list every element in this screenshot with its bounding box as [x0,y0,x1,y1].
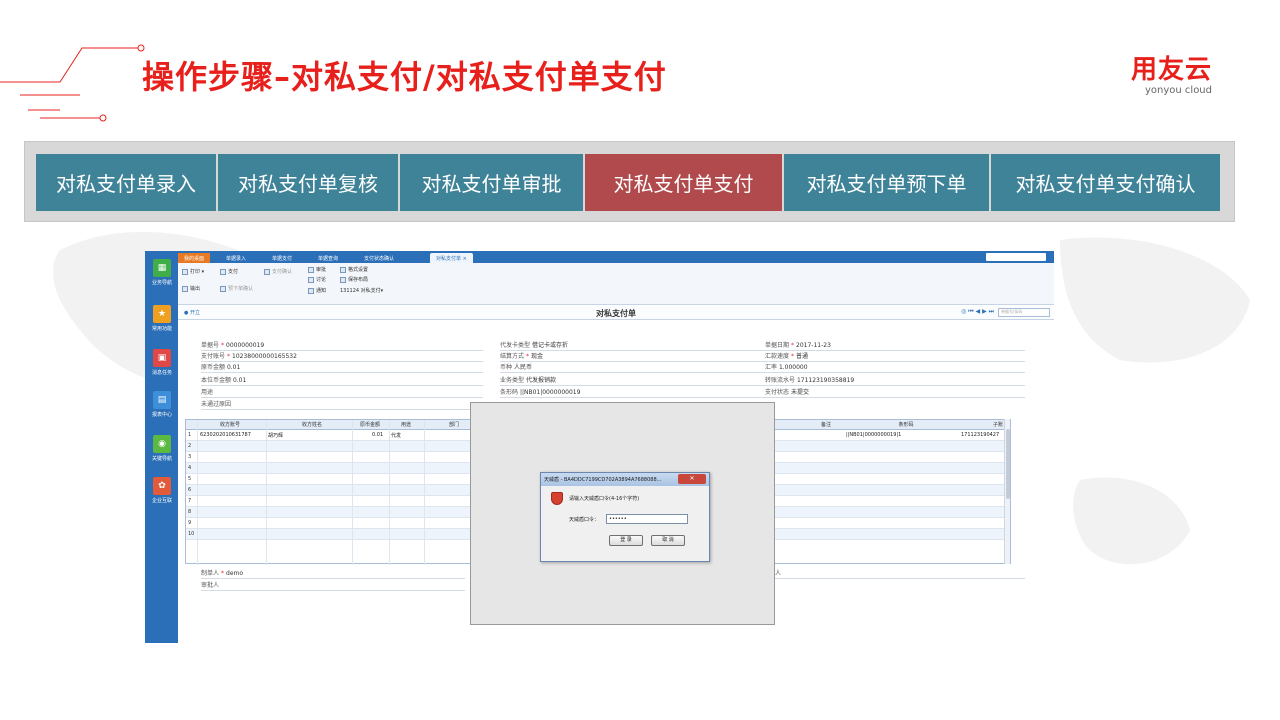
nc-app-screenshot: ▦ 业务导航 ★ 常用功能 ▣ 消息任务 ▤ 报表中心 ◉ 关键导航 ✿ 企业互… [145,251,1054,643]
field-biz-type[interactable]: 业务类型 代发报销款 [500,376,765,386]
circle-icon: ◉ [153,435,171,453]
save-icon [340,276,346,283]
template-select[interactable]: 131124 对私支付▾ [340,287,383,294]
tab-pay[interactable]: 单据支付 [266,253,298,263]
process-steps-bar: 对私支付单录入 对私支付单复核 对私支付单审批 对私支付单支付 对私支付单预下单… [24,141,1235,222]
global-search-input[interactable] [986,253,1046,261]
notify-icon [308,287,314,294]
field-currency[interactable]: 币种 人民币 [500,363,765,373]
field-maker[interactable]: 制单人 * demo [201,569,465,579]
field-serial-no[interactable]: 转账流水号 171123190358819 [765,376,1025,386]
nc-toolbar: 打印 ▾ 输出 支付 预下单确认 支付确认 审批 讨论 通知 格式设置 保存布局… [178,263,1054,305]
step-approve[interactable]: 对私支付单审批 [400,154,583,211]
shield-icon [551,492,563,505]
format-settings-button[interactable]: 格式设置 [340,266,368,273]
sidebar-item-enterprise[interactable]: ✿ 企业互联 [147,477,177,504]
format-icon [340,266,346,273]
slide-title: 操作步骤–对私支付/对私支付单支付 [142,58,667,96]
sidebar-item-biz-nav[interactable]: ▦ 业务导航 [147,259,177,286]
confirm-icon [264,268,270,275]
notify-button[interactable]: 通知 [308,287,326,294]
save-layout-button[interactable]: 保存布局 [340,276,368,283]
sidebar-item-common[interactable]: ★ 常用功能 [147,305,177,332]
pay-button[interactable]: 支付 [220,268,238,275]
grid-vertical-scrollbar[interactable] [1004,419,1010,564]
field-pay-status[interactable]: 支付状态 未提交 [765,388,1025,398]
presign-confirm-button[interactable]: 预下单确认 [220,285,253,292]
grid-icon: ▦ [153,259,171,277]
dialog-close-button[interactable]: ✕ [678,474,706,484]
field-local-amount[interactable]: 本位币金额 0.01 [201,376,483,386]
export-icon [182,285,188,292]
pin-label: 天威盾口令： [569,517,600,523]
field-exchange-rate[interactable]: 汇率 1.000000 [765,363,1025,373]
pin-input[interactable]: •••••• [606,514,688,524]
print-icon [182,268,188,275]
nc-sidebar: ▦ 业务导航 ★ 常用功能 ▣ 消息任务 ▤ 报表中心 ◉ 关键导航 ✿ 企业互… [145,251,178,643]
step-entry[interactable]: 对私支付单录入 [36,154,216,211]
logo-text: 用友云 [1130,55,1212,85]
calendar-icon: ▣ [153,349,171,367]
yonyou-cloud-logo: 用友云 yonyou cloud [1131,56,1212,97]
tab-query[interactable]: 单据查询 [312,253,344,263]
tab-entry[interactable]: 单据录入 [220,253,252,263]
report-icon: ▤ [153,391,171,409]
cancel-button[interactable]: 取 消 [651,535,685,546]
discuss-icon [308,276,314,283]
field-bill-date[interactable]: 单据日期 * 2017-11-23 [765,341,1025,351]
decorative-lines [0,44,145,122]
sidebar-item-reports[interactable]: ▤ 报表中心 [147,391,177,418]
tab-private-payment[interactable]: 对私支付单 × [430,253,473,263]
nc-tabbar: 我的桌面 单据录入 单据支付 单据查询 支付状态确认 对私支付单 × [178,251,1054,263]
field-rate-speed[interactable]: 汇款速度 * 普通 [765,352,1025,362]
scrollbar-thumb[interactable] [1006,429,1010,499]
step-pay-confirm[interactable]: 对私支付单支付确认 [991,154,1220,211]
dialog-prompt: 请输入天威盾口令(4-16个字符) [569,496,640,502]
field-pay-account[interactable]: 支付账号 * 10238000000165532 [201,352,483,362]
approve-button[interactable]: 审批 [308,266,326,273]
doc-search-input[interactable]: 单据号/条码 [998,308,1050,317]
usb-key-login-dialog: 天威盾 - BA4DDC7199CD702A3894A7688088... ✕ … [540,472,710,562]
step-preorder[interactable]: 对私支付单预下单 [784,154,989,211]
sidebar-item-key-nav[interactable]: ◉ 关键导航 [147,435,177,462]
star-icon: ★ [153,305,171,323]
step-pay-active[interactable]: 对私支付单支付 [585,154,782,211]
record-navigation[interactable]: ◎ ⏮ ◀ ▶ ⏭ [961,308,994,316]
doc-header-bar: ● 开立 对私支付单 ◎ ⏮ ◀ ▶ ⏭ 单据号/条码 [178,306,1054,320]
step-review[interactable]: 对私支付单复核 [218,154,398,211]
login-button[interactable]: 登 录 [609,535,643,546]
field-bill-no[interactable]: 单据号 * 0000000019 [201,341,483,351]
field-card-type[interactable]: 代发卡类型 借记卡或存折 [500,341,765,351]
sidebar-item-messages[interactable]: ▣ 消息任务 [147,349,177,376]
print-button[interactable]: 打印 ▾ [182,268,204,275]
field-usage[interactable]: 用途 [201,388,483,398]
field-reject-reason[interactable]: 未通过原因 [201,400,483,410]
doc-title: 对私支付单 [596,309,636,318]
logo-subtext: yonyou cloud [1144,85,1212,96]
tab-status-confirm[interactable]: 支付状态确认 [358,253,400,263]
link-icon: ✿ [153,477,171,495]
discuss-button[interactable]: 讨论 [308,276,326,283]
approve-icon [308,266,314,273]
pay-icon [220,268,226,275]
tab-home[interactable]: 我的桌面 [178,253,211,263]
field-orig-amount[interactable]: 原币金额 0.01 [201,363,483,373]
field-barcode[interactable]: 条形码 ||NB01|0000000019 [500,388,765,398]
presign-icon [220,285,226,292]
pay-confirm-button[interactable]: 支付确认 [264,268,292,275]
field-settle-method[interactable]: 结算方式 * 现金 [500,352,765,362]
field-other-person[interactable]: 人 [775,569,1025,579]
field-approver[interactable]: 审批人 [201,581,465,591]
export-button[interactable]: 输出 [182,285,200,292]
